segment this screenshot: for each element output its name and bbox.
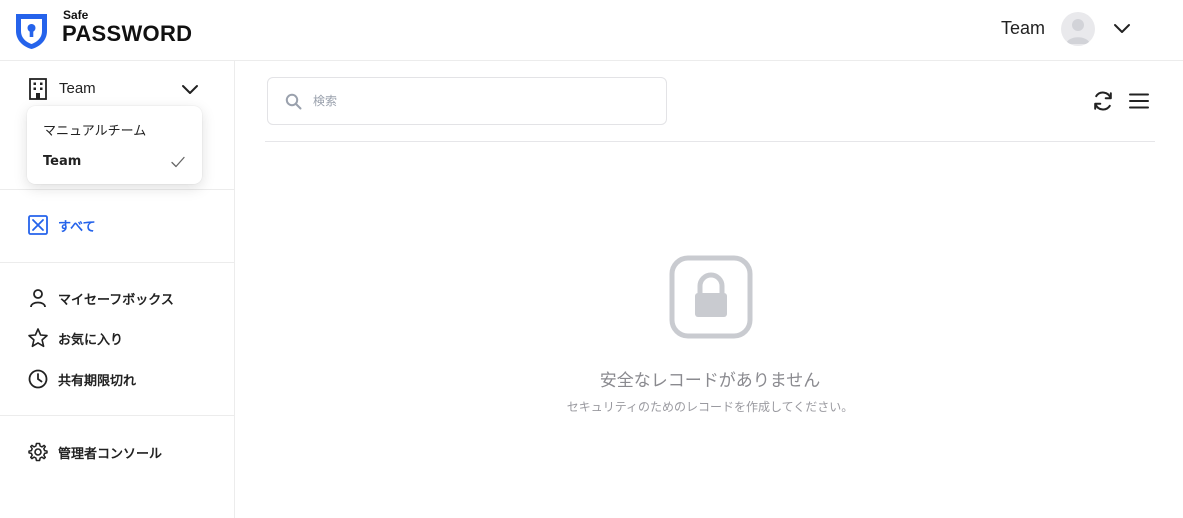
sidebar-item-my-safebox[interactable]: マイセーフボックス [27,285,217,311]
dropdown-item-label: Team [43,154,82,169]
user-icon [30,289,46,308]
sidebar-item-admin-console[interactable]: 管理者コンソール [27,439,217,465]
user-menu[interactable]: Team [943,0,1183,60]
sidebar-divider [0,262,234,263]
building-icon [29,78,47,100]
sidebar-divider [0,189,234,190]
chevron-down-icon[interactable] [1113,20,1131,38]
dropdown-item-label: マニュアルチーム [43,124,147,139]
user-name: Team [1001,18,1046,38]
lock-icon [669,255,753,339]
sidebar-item-shared-expired[interactable]: 共有期限切れ [27,366,217,392]
dropdown-item-team[interactable]: Team [27,145,202,179]
search-icon [285,93,302,110]
sidebar-item-label: 共有期限切れ [58,374,137,389]
main-divider [265,141,1155,142]
empty-state-subtitle: セキュリティのためのレコードを作成してください。 [566,400,854,414]
sidebar-item-label: マイセーフボックス [58,293,174,308]
chevron-down-icon [182,85,198,94]
check-icon [171,156,185,168]
logo-big-text: PASSWORD [62,21,193,46]
sidebar-item-label: お気に入り [58,333,124,348]
gear-icon [28,442,48,462]
menu-icon[interactable] [1127,89,1151,113]
team-selector[interactable]: Team [28,77,203,101]
sidebar-item-label: すべて [58,220,96,235]
star-icon [28,328,48,348]
search-input[interactable] [313,88,653,114]
dropdown-item-manual-team[interactable]: マニュアルチーム [27,111,202,145]
sidebar-item-label: 管理者コンソール [58,447,163,462]
team-selector-label: Team [59,80,96,97]
sidebar-divider [0,415,234,416]
shield-keyhole-icon [16,14,47,49]
logo-small-text: Safe [63,8,89,22]
avatar[interactable] [1061,12,1095,46]
clock-icon [28,369,48,389]
refresh-icon[interactable] [1091,89,1115,113]
all-items-icon [28,215,48,235]
app-header: Safe PASSWORD Team [0,0,1183,61]
sidebar-item-favorites[interactable]: お気に入り [27,325,217,351]
team-dropdown-menu: マニュアルチーム Team [27,106,202,184]
sidebar-item-all[interactable]: すべて [27,212,217,238]
search-box[interactable] [267,77,667,125]
avatar-icon [1066,19,1090,44]
empty-state-title: 安全なレコードがありません [599,371,821,391]
